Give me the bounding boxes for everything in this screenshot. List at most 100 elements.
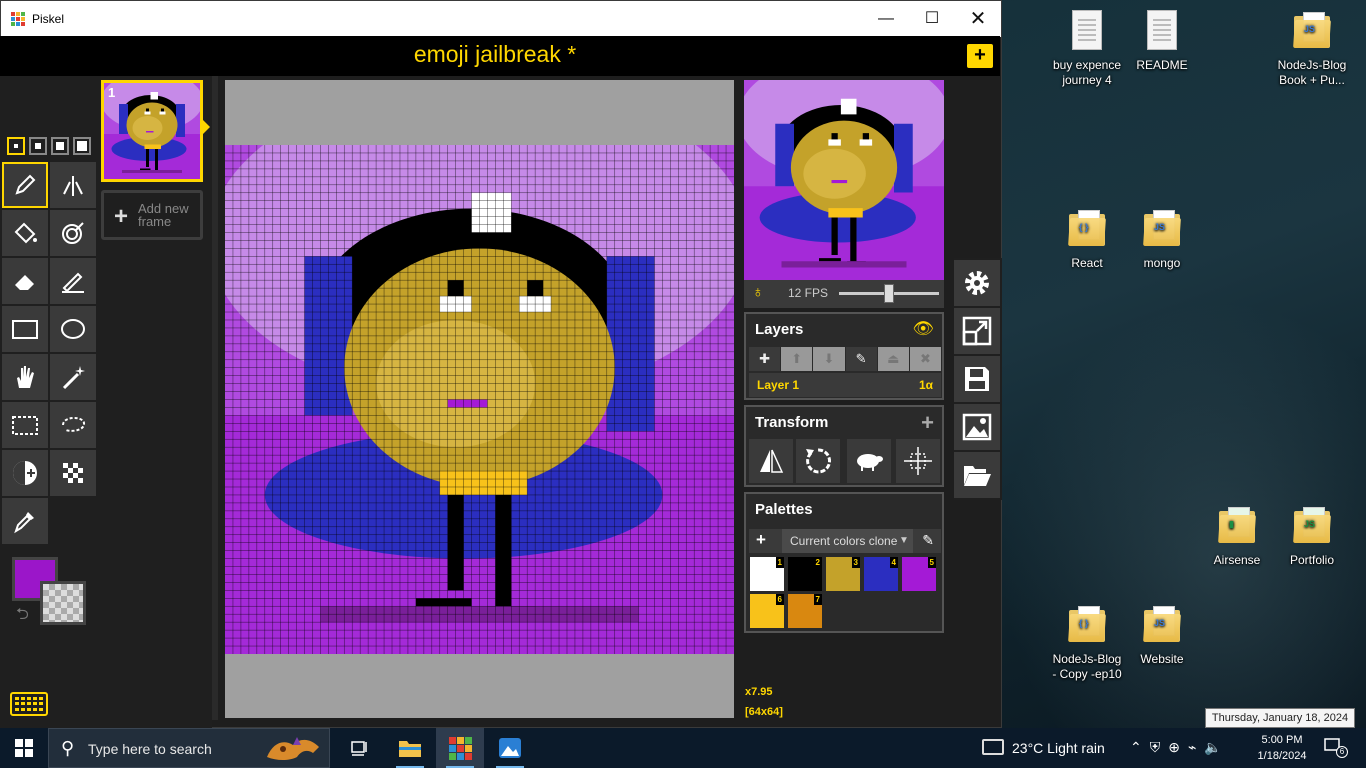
vertical-mirror-pen-tool[interactable]: [50, 162, 96, 208]
title-bar[interactable]: Piskel — ☐ ✕: [1, 1, 1001, 37]
keyboard-shortcuts-icon[interactable]: [10, 692, 48, 716]
pen-tool[interactable]: [2, 162, 48, 208]
new-piskel-button[interactable]: +: [967, 44, 993, 68]
desktop-icon-react[interactable]: { } React: [1049, 208, 1125, 271]
palette-color-6[interactable]: 6: [750, 594, 784, 628]
frame-thumbnail[interactable]: 1: [101, 80, 203, 182]
rectangle-tool[interactable]: [2, 306, 48, 352]
search-input[interactable]: ⚲ Type here to search: [48, 728, 330, 768]
rectangle-select-tool[interactable]: [2, 402, 48, 448]
power-icon[interactable]: ⌁: [1188, 739, 1204, 755]
start-button[interactable]: [0, 728, 48, 768]
desktop-icon-website[interactable]: JS Website: [1124, 604, 1200, 667]
layer-opacity[interactable]: 1α: [919, 378, 933, 392]
desktop-icon-portfolio[interactable]: JS Portfolio: [1274, 505, 1350, 568]
sprite-skull: [840, 98, 857, 115]
resize-button[interactable]: [954, 308, 1000, 354]
fps-slider-handle[interactable]: [884, 284, 894, 303]
move-tool[interactable]: [2, 354, 48, 400]
color-picker-tool[interactable]: [2, 498, 48, 544]
settings-button[interactable]: [954, 260, 1000, 306]
clone-button[interactable]: [847, 439, 891, 483]
pen-size-1[interactable]: [7, 137, 25, 155]
pixel-grid-line: [225, 415, 734, 416]
minimize-button[interactable]: —: [863, 1, 909, 37]
magic-wand-tool[interactable]: [50, 354, 96, 400]
flip-button[interactable]: [749, 439, 793, 483]
piskel-taskbar-button[interactable]: [436, 728, 484, 768]
pen-size-4[interactable]: [73, 137, 91, 155]
palette-color-7[interactable]: 7: [788, 594, 822, 628]
add-frame-button[interactable]: + Add new frame: [101, 190, 203, 240]
desktop-icon-buy-expence[interactable]: buy expence journey 4: [1049, 10, 1125, 88]
palette-color-3[interactable]: 3: [826, 557, 860, 591]
pixel-grid-line: [550, 145, 552, 654]
security-icon[interactable]: ⛨: [1150, 739, 1169, 755]
pixel-grid-line: [662, 145, 663, 654]
dithering-tool[interactable]: [50, 450, 96, 496]
pixel-grid-line: [225, 613, 734, 615]
desktop-icon-airsense[interactable]: ▮ Airsense: [1199, 505, 1275, 568]
merge-layer-button[interactable]: ⏏: [877, 347, 909, 371]
onion-skin-icon[interactable]: ♁: [752, 284, 764, 302]
desktop-icon-readme[interactable]: README: [1124, 10, 1200, 73]
date-tooltip: Thursday, January 18, 2024: [1205, 708, 1355, 728]
stroke-tool[interactable]: [50, 258, 96, 304]
notification-button[interactable]: 6: [1324, 738, 1348, 758]
desktop-icon-mongo[interactable]: JS mongo: [1124, 208, 1200, 271]
lighten-tool[interactable]: [2, 450, 48, 496]
palette-select[interactable]: Current colors clone: [782, 529, 913, 553]
paint-bucket-tool[interactable]: [2, 210, 48, 256]
secondary-color-swatch[interactable]: [40, 581, 86, 625]
move-layer-down-button[interactable]: ⬇: [813, 347, 845, 371]
circle-tool[interactable]: [50, 306, 96, 352]
add-layer-button[interactable]: ✚: [749, 347, 781, 371]
pen-size-3[interactable]: [51, 137, 69, 155]
palette-color-1[interactable]: 1: [750, 557, 784, 591]
edit-palette-icon[interactable]: ✎: [922, 532, 934, 549]
eraser-tool[interactable]: [2, 258, 48, 304]
palette-color-2[interactable]: 2: [788, 557, 822, 591]
volume-icon[interactable]: 🔈: [1204, 739, 1229, 755]
plus-icon[interactable]: +: [921, 410, 934, 436]
close-button[interactable]: ✕: [955, 1, 1001, 37]
move-layer-up-button[interactable]: ⬆: [781, 347, 813, 371]
network-icon[interactable]: ⊕: [1168, 739, 1188, 755]
drawing-canvas[interactable]: [225, 145, 734, 654]
add-palette-icon[interactable]: +: [756, 530, 766, 550]
document-title[interactable]: emoji jailbreak *: [0, 41, 990, 68]
swap-colors-icon[interactable]: ⮌: [16, 603, 29, 630]
export-button[interactable]: [954, 404, 1000, 450]
taskbar: ⚲ Type here to search 23°C Light rain ⌃⛨…: [0, 728, 1366, 768]
delete-layer-button[interactable]: ✖: [909, 347, 942, 371]
chevron-up-icon[interactable]: ⌃: [1130, 739, 1150, 755]
desktop-icon-nodejs-blog-copy[interactable]: { } NodeJs-Blog - Copy -ep10: [1049, 604, 1125, 682]
pen-size-2[interactable]: [29, 137, 47, 155]
pixel-grid-line: [225, 486, 734, 488]
panel-splitter[interactable]: [212, 76, 218, 720]
save-button[interactable]: [954, 356, 1000, 402]
edit-layer-button[interactable]: ✎: [845, 347, 877, 371]
task-view-button[interactable]: [336, 728, 384, 768]
paint-same-color-tool[interactable]: [50, 210, 96, 256]
desktop-icon-nodejs-blog-book[interactable]: JS NodeJs-Blog Book + Pu...: [1274, 10, 1350, 88]
import-button[interactable]: [954, 452, 1000, 498]
pixel-grid-line: [225, 470, 734, 472]
pixel-grid-line: [225, 430, 734, 432]
palette-color-4[interactable]: 4: [864, 557, 898, 591]
weather-widget[interactable]: 23°C Light rain: [980, 740, 1105, 756]
system-tray[interactable]: ⌃⛨⊕⌁🔈: [1130, 739, 1230, 756]
windows-icon: [15, 739, 33, 757]
animation-preview[interactable]: [744, 80, 944, 280]
file-explorer-button[interactable]: [386, 728, 434, 768]
clock[interactable]: 5:00 PM 1/18/2024: [1250, 732, 1314, 764]
rotate-button[interactable]: [796, 439, 840, 483]
photos-taskbar-button[interactable]: [486, 728, 534, 768]
eye-icon[interactable]: 👁: [912, 319, 934, 339]
center-button[interactable]: [896, 439, 940, 483]
desktop-icon-label: Portfolio: [1289, 553, 1335, 567]
layer-item[interactable]: Layer 1 1α: [749, 373, 941, 397]
lasso-select-tool[interactable]: [50, 402, 96, 448]
palette-color-5[interactable]: 5: [902, 557, 936, 591]
maximize-button[interactable]: ☐: [909, 1, 955, 37]
